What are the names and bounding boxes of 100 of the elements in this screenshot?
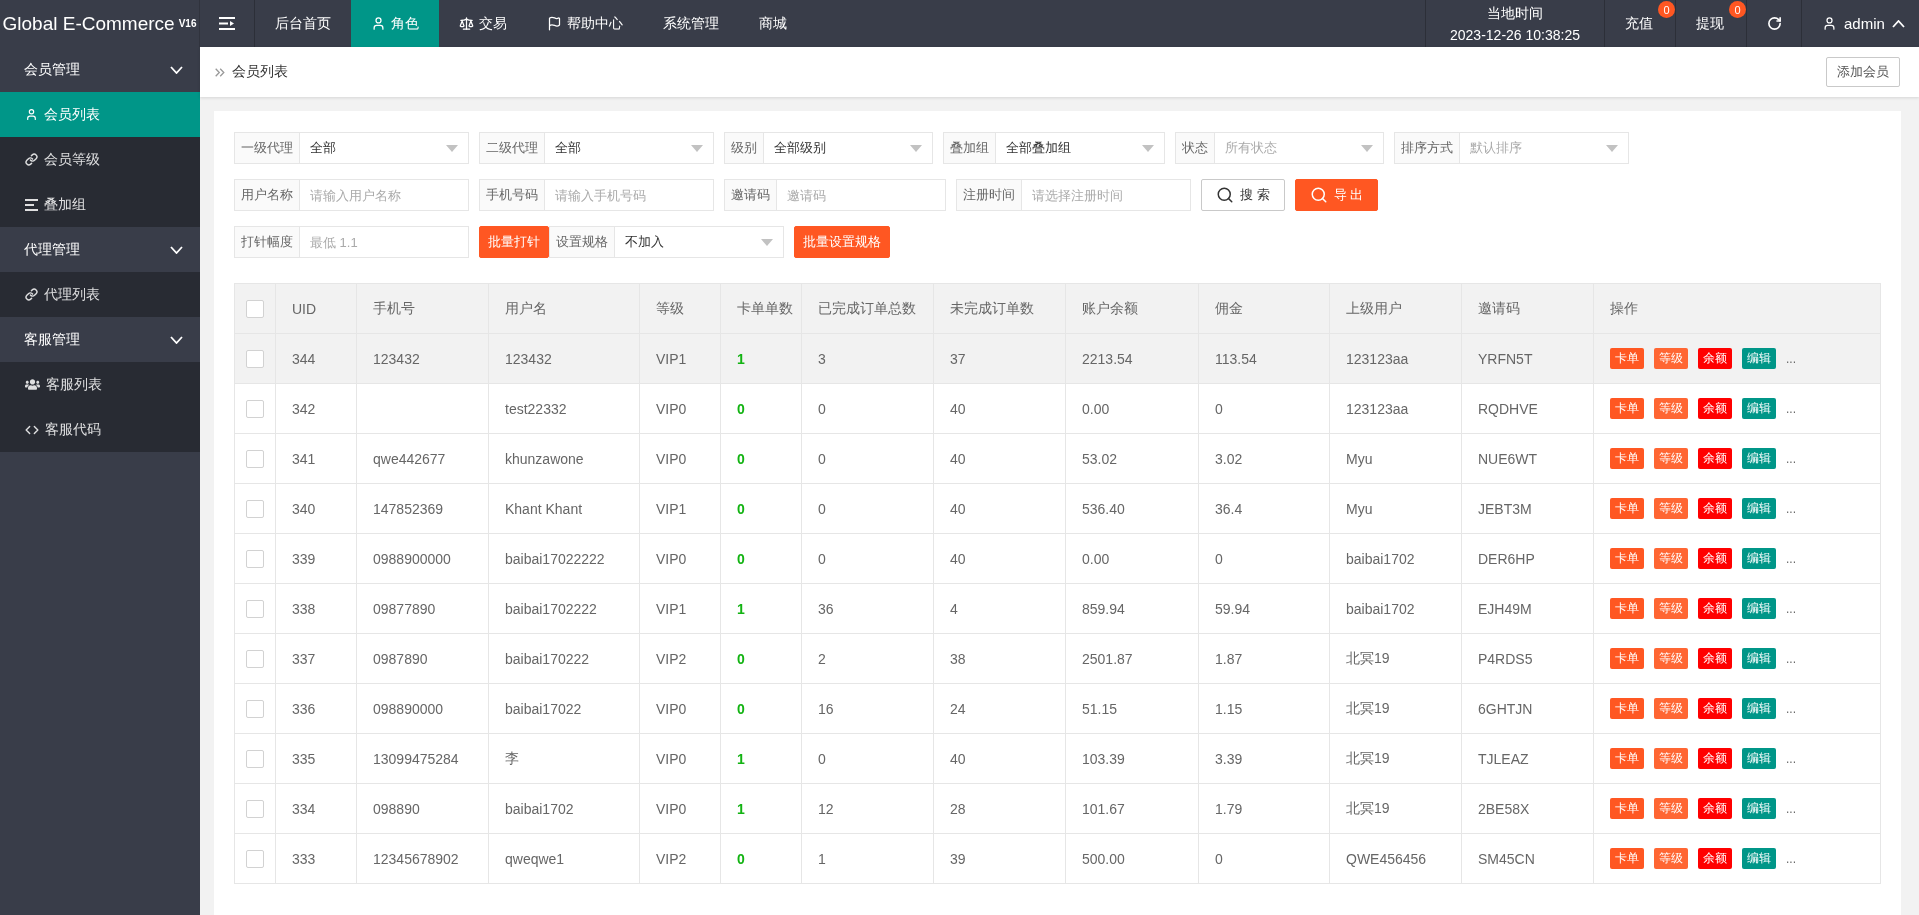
table-cell: 335 <box>275 733 357 784</box>
action-button[interactable]: 余额 <box>1698 348 1732 369</box>
row-checkbox[interactable] <box>246 499 264 518</box>
nav-tab[interactable]: 商城 <box>739 0 807 47</box>
select-field[interactable]: 全部 <box>300 132 469 164</box>
row-checkbox[interactable] <box>246 799 264 818</box>
action-button[interactable]: 等级 <box>1654 548 1688 569</box>
action-button[interactable]: 卡单 <box>1610 648 1644 669</box>
nav-tab[interactable]: 系统管理 <box>643 0 739 47</box>
sidebar-item[interactable]: 会员等级 <box>0 137 200 182</box>
nav-tab[interactable]: 角色 <box>351 0 439 47</box>
nav-tab[interactable]: 交易 <box>439 0 527 47</box>
table-cell: 1 <box>720 733 802 784</box>
text-input[interactable]: 请选择注册时间 <box>1022 179 1191 211</box>
select-field[interactable]: 默认排序 <box>1460 132 1629 164</box>
action-button[interactable]: 编辑 <box>1742 348 1776 369</box>
action-button[interactable]: 卡单 <box>1610 498 1644 519</box>
row-checkbox[interactable] <box>246 749 264 768</box>
action-button[interactable]: 等级 <box>1654 848 1688 869</box>
more-link[interactable]: ... <box>1786 451 1796 466</box>
action-button[interactable]: 等级 <box>1654 698 1688 719</box>
more-link[interactable]: ... <box>1786 351 1796 366</box>
row-checkbox[interactable] <box>246 649 264 668</box>
action-button[interactable]: 编辑 <box>1742 548 1776 569</box>
form-button[interactable]: 导 出 <box>1294 179 1379 211</box>
action-button[interactable]: 卡单 <box>1610 398 1644 419</box>
action-button[interactable]: 编辑 <box>1742 498 1776 519</box>
more-link[interactable]: ... <box>1786 501 1796 516</box>
text-input[interactable]: 请输入手机号码 <box>545 179 714 211</box>
row-checkbox[interactable] <box>246 399 264 418</box>
action-button[interactable]: 卡单 <box>1610 698 1644 719</box>
nav-tab[interactable]: 帮助中心 <box>527 0 643 47</box>
sidebar-item[interactable]: 代理列表 <box>0 272 200 317</box>
action-button[interactable]: 卡单 <box>1610 798 1644 819</box>
more-link[interactable]: ... <box>1786 701 1796 716</box>
action-button[interactable]: 编辑 <box>1742 748 1776 769</box>
action-button[interactable]: 卡单 <box>1610 548 1644 569</box>
row-checkbox[interactable] <box>246 349 264 368</box>
text-input[interactable]: 邀请码 <box>777 179 946 211</box>
more-link[interactable]: ... <box>1786 851 1796 866</box>
select-field[interactable]: 不加入 <box>615 226 784 258</box>
action-button[interactable]: 余额 <box>1698 848 1732 869</box>
action-button[interactable]: 编辑 <box>1742 648 1776 669</box>
sidebar-item[interactable]: 客服列表 <box>0 362 200 407</box>
action-button[interactable]: 等级 <box>1654 398 1688 419</box>
action-button[interactable]: 卡单 <box>1610 348 1644 369</box>
action-button[interactable]: 等级 <box>1654 798 1688 819</box>
action-button[interactable]: 编辑 <box>1742 798 1776 819</box>
text-input[interactable]: 请输入用户名称 <box>300 179 469 211</box>
action-button[interactable]: 编辑 <box>1742 598 1776 619</box>
select-field[interactable]: 全部叠加组 <box>996 132 1165 164</box>
action-button[interactable]: 余额 <box>1698 798 1732 819</box>
row-checkbox[interactable] <box>246 699 264 718</box>
action-button[interactable]: 等级 <box>1654 348 1688 369</box>
action-button[interactable]: 等级 <box>1654 648 1688 669</box>
action-button[interactable]: 余额 <box>1698 698 1732 719</box>
more-link[interactable]: ... <box>1786 651 1796 666</box>
form-button[interactable]: 批量打针 <box>479 226 549 258</box>
action-button[interactable]: 卡单 <box>1610 448 1644 469</box>
row-checkbox[interactable] <box>246 849 264 868</box>
action-button[interactable]: 编辑 <box>1742 848 1776 869</box>
action-button[interactable]: 余额 <box>1698 648 1732 669</box>
action-button[interactable]: 编辑 <box>1742 398 1776 419</box>
sidebar-item[interactable]: 会员列表 <box>0 92 200 137</box>
more-link[interactable]: ... <box>1786 751 1796 766</box>
form-button[interactable]: 搜 索 <box>1201 179 1285 211</box>
text-input[interactable]: 最低 1.1 <box>300 226 469 258</box>
action-button[interactable]: 余额 <box>1698 548 1732 569</box>
list-icon <box>25 198 38 211</box>
row-checkbox[interactable] <box>246 549 264 568</box>
row-checkbox[interactable] <box>246 599 264 618</box>
action-button[interactable]: 余额 <box>1698 598 1732 619</box>
more-link[interactable]: ... <box>1786 601 1796 616</box>
sidebar-item[interactable]: 叠加组 <box>0 182 200 227</box>
form-button[interactable]: 批量设置规格 <box>794 226 890 258</box>
action-button[interactable]: 等级 <box>1654 748 1688 769</box>
action-button[interactable]: 等级 <box>1654 448 1688 469</box>
action-button[interactable]: 卡单 <box>1610 598 1644 619</box>
sidebar-item[interactable]: 客服代码 <box>0 407 200 452</box>
action-button[interactable]: 编辑 <box>1742 448 1776 469</box>
action-button[interactable]: 编辑 <box>1742 698 1776 719</box>
table-cell: VIP1 <box>639 483 721 534</box>
action-button[interactable]: 卡单 <box>1610 848 1644 869</box>
select-field[interactable]: 全部级别 <box>764 132 933 164</box>
select-all-checkbox[interactable] <box>246 299 264 318</box>
action-button[interactable]: 余额 <box>1698 398 1732 419</box>
nav-tab[interactable]: 后台首页 <box>255 0 351 47</box>
select-field[interactable]: 所有状态 <box>1215 132 1384 164</box>
select-field[interactable]: 全部 <box>545 132 714 164</box>
more-link[interactable]: ... <box>1786 551 1796 566</box>
row-checkbox[interactable] <box>246 449 264 468</box>
action-button[interactable]: 等级 <box>1654 598 1688 619</box>
action-button[interactable]: 卡单 <box>1610 748 1644 769</box>
action-button[interactable]: 余额 <box>1698 498 1732 519</box>
action-button[interactable]: 等级 <box>1654 498 1688 519</box>
more-link[interactable]: ... <box>1786 801 1796 816</box>
add-member-button[interactable]: 添加会员 <box>1826 57 1900 87</box>
action-button[interactable]: 余额 <box>1698 448 1732 469</box>
more-link[interactable]: ... <box>1786 401 1796 416</box>
action-button[interactable]: 余额 <box>1698 748 1732 769</box>
